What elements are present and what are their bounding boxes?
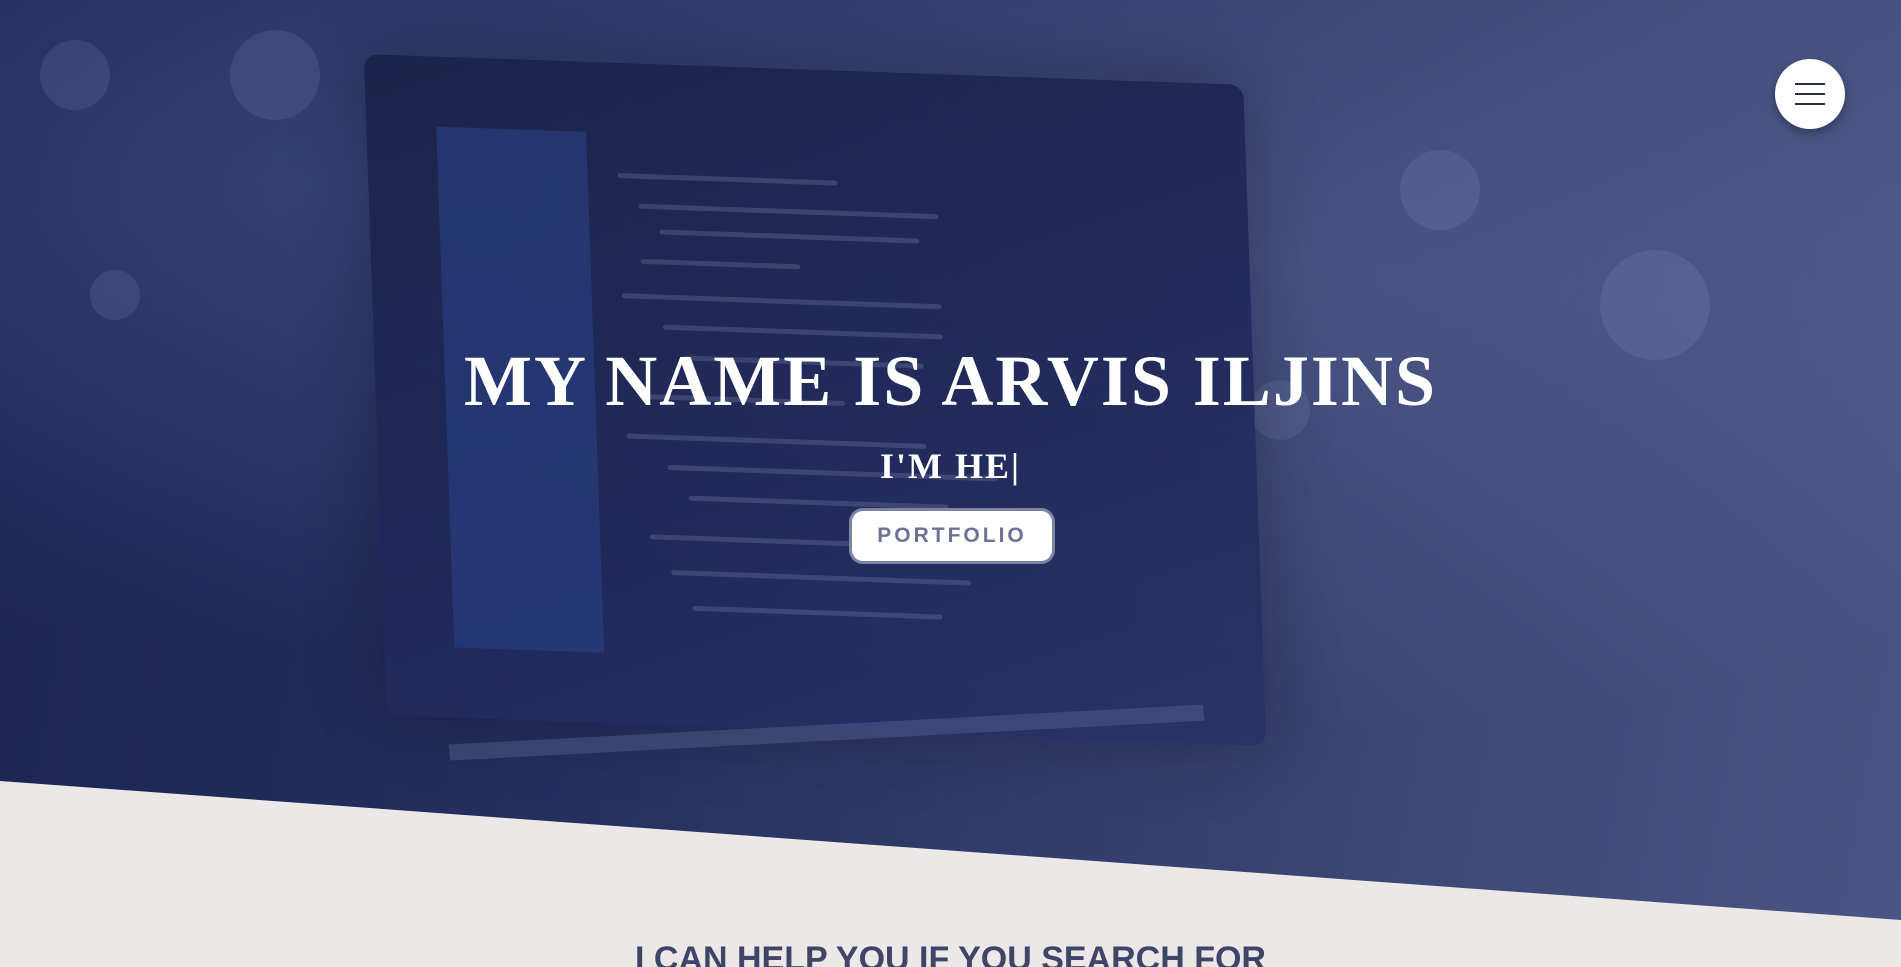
code-line xyxy=(662,324,943,340)
code-line xyxy=(621,293,942,310)
code-line xyxy=(649,534,871,548)
hero-title: MY NAME IS ARVIS ILJINS xyxy=(464,341,1437,421)
laptop-base xyxy=(448,704,1205,761)
code-line xyxy=(640,258,801,270)
background-bokeh xyxy=(230,30,320,120)
code-line xyxy=(617,172,838,186)
code-line xyxy=(638,203,939,220)
hamburger-menu-icon xyxy=(1795,93,1825,95)
hamburger-menu-icon xyxy=(1795,83,1825,85)
background-bokeh xyxy=(1400,150,1480,230)
code-line xyxy=(671,570,972,586)
hero-section: MY NAME IS ARVIS ILJINS I'M HE| PORTFOLI… xyxy=(0,0,1901,920)
services-heading: I CAN HELP YOU IF YOU SEARCH FOR xyxy=(635,940,1266,967)
code-line xyxy=(692,605,943,620)
page: MY NAME IS ARVIS ILJINS I'M HE| PORTFOLI… xyxy=(0,0,1901,967)
hero-subtitle-typing: I'M HE| xyxy=(880,446,1021,486)
background-bokeh xyxy=(90,270,140,320)
hamburger-menu-icon xyxy=(1795,103,1825,105)
background-bokeh xyxy=(40,40,110,110)
menu-button[interactable] xyxy=(1775,59,1845,129)
code-line xyxy=(659,229,920,244)
portfolio-button[interactable]: PORTFOLIO xyxy=(849,508,1055,564)
